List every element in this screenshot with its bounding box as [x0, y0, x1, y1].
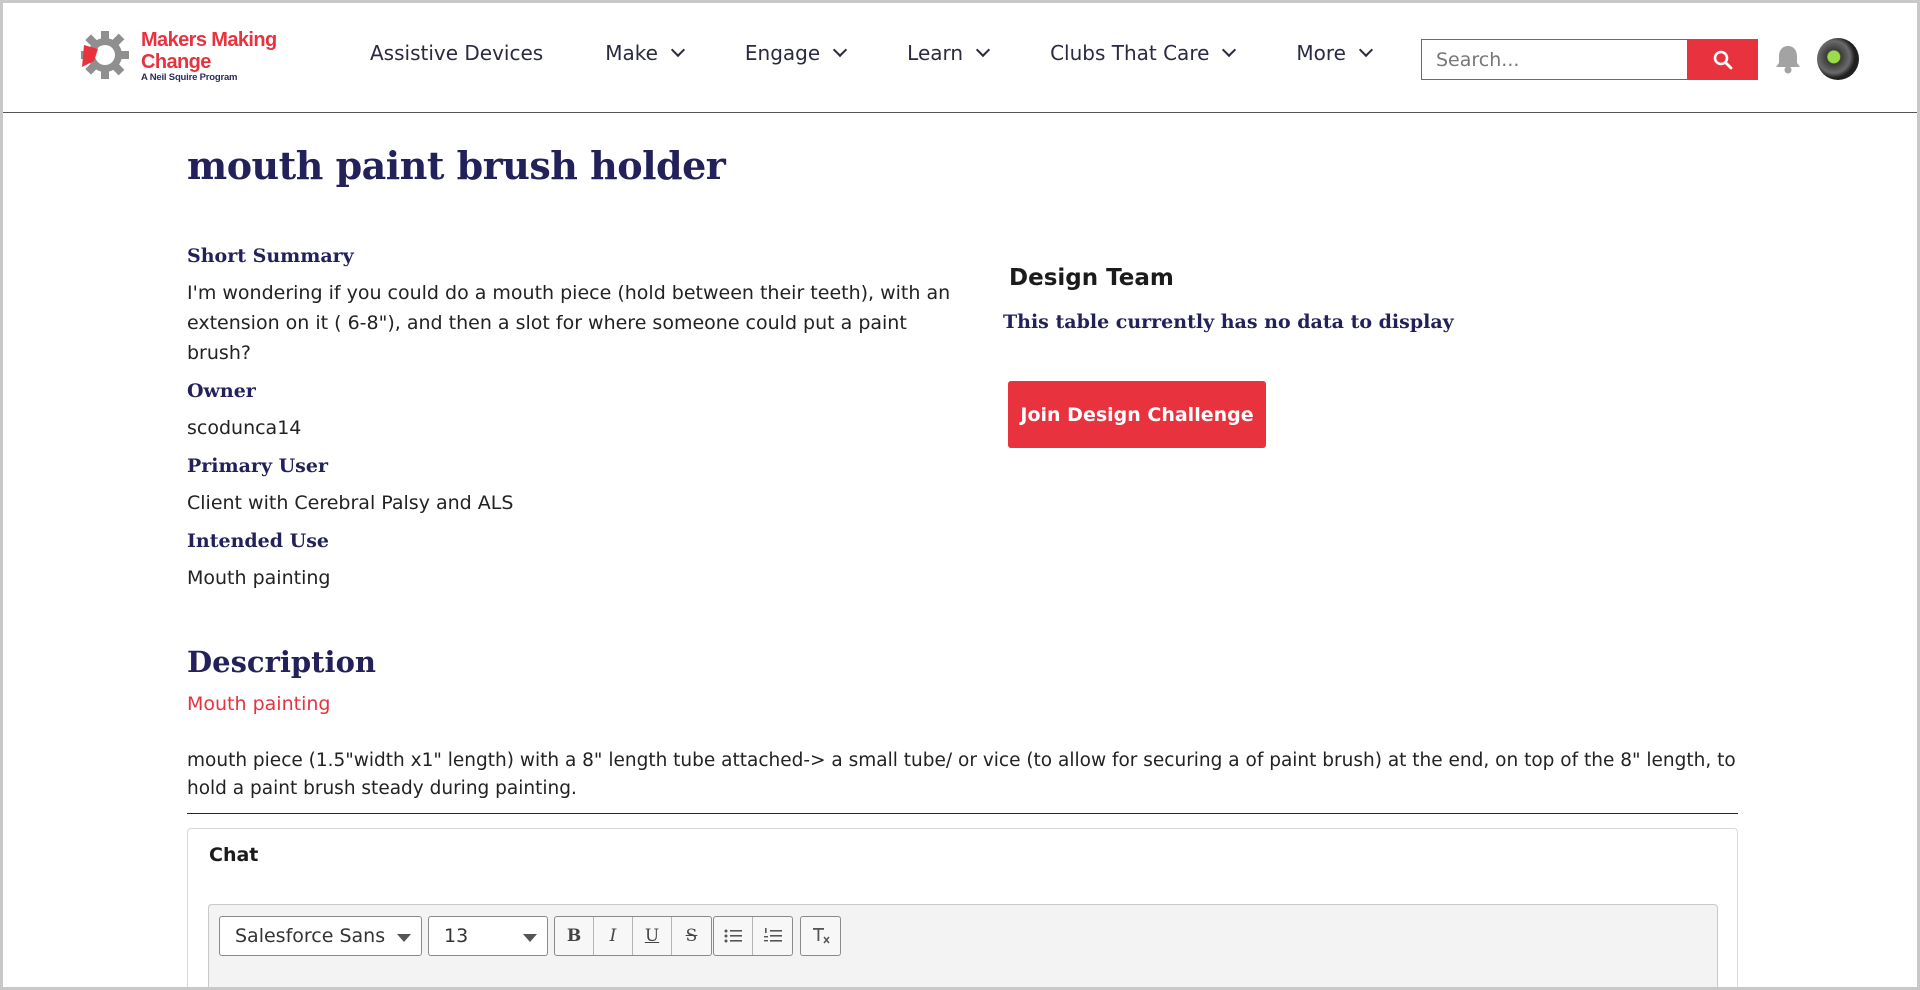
text-format-group: B I U S	[554, 916, 712, 956]
numbered-list-icon	[763, 928, 782, 942]
search-icon	[1713, 50, 1732, 69]
notifications-bell-icon[interactable]	[1774, 44, 1802, 74]
chevron-down-icon	[670, 42, 685, 58]
short-summary-text: I'm wondering if you could do a mouth pi…	[187, 278, 950, 368]
nav-label: Engage	[744, 41, 821, 65]
summary-line: extension on it ( 6-8"), and then a slot…	[187, 312, 907, 334]
page-frame: Makers Making Change A Neil Squire Progr…	[0, 0, 1920, 990]
bulleted-list-icon	[724, 929, 742, 943]
makers-making-change-logo[interactable]: Makers Making Change A Neil Squire Progr…	[78, 25, 298, 95]
gear-logo-icon	[81, 31, 129, 79]
chat-panel: Chat Salesforce Sans 13 B I U S	[187, 828, 1738, 987]
bold-button[interactable]: B	[555, 917, 594, 955]
description-body: mouth piece (1.5"width x1" length) with …	[187, 750, 1736, 799]
description-subtitle: Mouth painting	[187, 693, 331, 715]
clear-formatting-button[interactable]	[801, 917, 840, 955]
site-search	[1421, 39, 1758, 80]
rich-text-toolbar: Salesforce Sans 13 B I U S	[208, 904, 1718, 987]
chevron-down-icon	[1358, 42, 1374, 58]
list-group	[713, 916, 793, 956]
nav-engage[interactable]: Engage	[744, 41, 848, 65]
site-header: Makers Making Change A Neil Squire Progr…	[3, 3, 1917, 113]
intended-use-label: Intended Use	[187, 530, 330, 552]
owner-value: scodunca14	[187, 417, 302, 439]
summary-line: I'm wondering if you could do a mouth pi…	[187, 282, 951, 304]
font-size-select[interactable]: 13	[428, 916, 548, 956]
clear-formatting-icon	[812, 928, 830, 944]
numbered-list-button[interactable]	[753, 917, 792, 955]
logo-tagline: A Neil Squire Program	[141, 72, 238, 83]
logo-wordmark: Makers Making Change	[141, 29, 277, 73]
bulleted-list-button[interactable]	[714, 917, 753, 955]
chat-heading: Chat	[209, 844, 259, 866]
italic-button[interactable]: I	[594, 917, 633, 955]
nav-label: Assistive Devices	[370, 41, 544, 65]
primary-user-label: Primary User	[187, 455, 328, 477]
nav-more[interactable]: More	[1296, 41, 1374, 65]
design-team-empty-message: This table currently has no data to disp…	[1003, 311, 1454, 333]
underline-button[interactable]: U	[633, 917, 672, 955]
dropdown-arrow-icon	[397, 934, 411, 942]
clear-format-group	[800, 916, 841, 956]
font-size-value: 13	[444, 925, 469, 947]
strikethrough-button[interactable]: S	[672, 917, 711, 955]
owner-label: Owner	[187, 380, 256, 402]
intended-use-value: Mouth painting	[187, 567, 331, 589]
dropdown-arrow-icon	[523, 934, 537, 942]
chevron-down-icon	[976, 42, 991, 58]
search-input[interactable]	[1421, 39, 1687, 80]
design-team-heading: Design Team	[1009, 265, 1174, 291]
nav-make[interactable]: Make	[605, 41, 685, 65]
nav-label: Learn	[907, 41, 964, 65]
font-family-select[interactable]: Salesforce Sans	[219, 916, 422, 956]
join-design-challenge-button[interactable]: Join Design Challenge	[1008, 381, 1266, 448]
section-divider	[187, 813, 1738, 814]
page-title: mouth paint brush holder	[187, 143, 726, 188]
chevron-down-icon	[833, 42, 848, 58]
main-nav: Assistive Devices Make Engage Learn Club…	[370, 41, 1433, 65]
description-heading: Description	[187, 645, 376, 679]
primary-user-value: Client with Cerebral Palsy and ALS	[187, 492, 514, 514]
nav-clubs-that-care[interactable]: Clubs That Care	[1050, 41, 1237, 65]
search-button[interactable]	[1687, 39, 1758, 80]
font-family-value: Salesforce Sans	[235, 925, 386, 947]
user-avatar[interactable]	[1817, 38, 1859, 80]
nav-label: Make	[605, 41, 658, 65]
chevron-down-icon	[1222, 42, 1237, 58]
nav-learn[interactable]: Learn	[907, 41, 991, 65]
short-summary-label: Short Summary	[187, 245, 354, 267]
nav-label: More	[1296, 41, 1346, 65]
nav-assistive-devices[interactable]: Assistive Devices	[370, 41, 543, 65]
summary-line: brush?	[187, 342, 251, 364]
nav-label: Clubs That Care	[1050, 41, 1210, 65]
